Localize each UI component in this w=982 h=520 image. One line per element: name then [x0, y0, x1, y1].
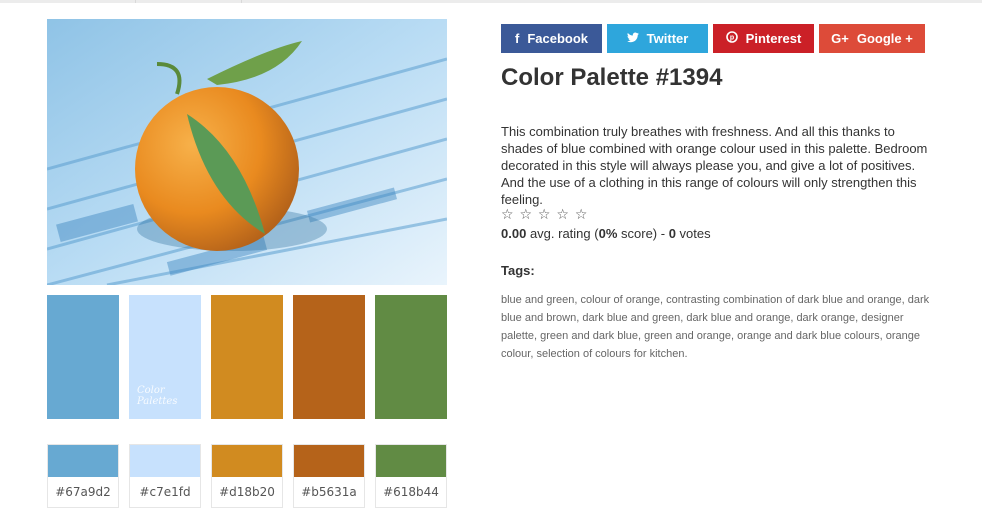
color-chip-swatch	[212, 445, 282, 477]
palette-swatch-large[interactable]	[211, 295, 283, 419]
palette-swatch-large[interactable]	[47, 295, 119, 419]
color-chip-swatch	[130, 445, 200, 477]
share-button-label: Facebook	[527, 31, 589, 46]
star-rating[interactable]: ☆ ☆ ☆ ☆ ☆	[501, 206, 588, 223]
google-plus-share-button[interactable]: G+ Google +	[819, 24, 925, 53]
palette-photo	[47, 19, 447, 285]
tag-list: blue and green, colour of orange, contra…	[501, 294, 930, 360]
pinterest-icon: p	[725, 31, 738, 46]
color-chip[interactable]: #c7e1fd	[129, 444, 201, 508]
tag-link[interactable]: contrasting combination of dark blue and…	[666, 294, 901, 306]
twitter-share-button[interactable]: Twitter	[607, 24, 708, 53]
facebook-share-button[interactable]: f Facebook	[501, 24, 602, 53]
tag-link[interactable]: green and orange	[644, 330, 731, 342]
color-chip-swatch	[376, 445, 446, 477]
star-icon[interactable]: ☆	[501, 206, 515, 222]
color-chip-hex: #c7e1fd	[139, 485, 191, 499]
color-chip[interactable]: #67a9d2	[47, 444, 119, 508]
tag-link[interactable]: blue and green	[501, 294, 574, 306]
facebook-icon: f	[514, 31, 520, 46]
top-bar-divider	[135, 0, 136, 3]
share-button-label: Pinterest	[745, 31, 802, 46]
color-chip-hex: #618b44	[383, 485, 439, 499]
tag-link[interactable]: orange and dark blue colours	[737, 330, 879, 342]
color-chip-hex: #67a9d2	[55, 485, 111, 499]
star-icon[interactable]: ☆	[538, 206, 552, 222]
palette-swatch-large[interactable]	[375, 295, 447, 419]
tag-link[interactable]: green and dark blue	[540, 330, 638, 342]
tag-link[interactable]: colour of orange	[581, 294, 661, 306]
pinterest-share-button[interactable]: p Pinterest	[713, 24, 814, 53]
color-chip[interactable]: #618b44	[375, 444, 447, 508]
rating-votes: 0	[668, 226, 676, 241]
rating-score: 0%	[598, 226, 618, 241]
rating-votes-label: votes	[679, 226, 711, 241]
top-bar	[0, 0, 982, 3]
share-button-label: Twitter	[646, 31, 689, 46]
color-chip-swatch	[48, 445, 118, 477]
tags-heading: Tags:	[501, 263, 535, 278]
palette-swatch-large[interactable]	[293, 295, 365, 419]
pinterest-icon-glyph: p	[730, 35, 734, 42]
color-chip-hex: #b5631a	[301, 485, 357, 499]
star-icon[interactable]: ☆	[556, 206, 570, 222]
color-chip[interactable]: #d18b20	[211, 444, 283, 508]
color-chip[interactable]: #b5631a	[293, 444, 365, 508]
palette-swatch-large[interactable]: Color Palettes	[129, 295, 201, 419]
rating-score-label: score) -	[621, 226, 669, 241]
watermark-logo: Color Palettes	[137, 385, 178, 407]
color-chip-hex: #d18b20	[219, 485, 275, 499]
palette-description: This combination truly breathes with fre…	[501, 124, 928, 207]
color-chip-swatch	[294, 445, 364, 477]
star-icon[interactable]: ☆	[519, 206, 533, 222]
twitter-icon	[626, 31, 639, 46]
top-bar-divider	[241, 0, 242, 3]
rating-average-label: avg. rating (	[529, 226, 599, 241]
tag-link[interactable]: dark blue and green	[582, 312, 680, 324]
page-title: Color Palette #1394	[501, 64, 723, 91]
star-icon[interactable]: ☆	[575, 206, 589, 222]
tag-link[interactable]: dark orange	[796, 312, 855, 324]
tag-link[interactable]: selection of colours for kitchen.	[536, 348, 687, 360]
rating-average: 0.00	[501, 226, 527, 241]
tag-link[interactable]: dark blue and orange	[686, 312, 790, 324]
rating-summary: 0.00 avg. rating (0% score) - 0 votes	[501, 226, 711, 241]
share-button-label: Google +	[856, 31, 913, 46]
google-plus-icon: G+	[831, 31, 849, 46]
